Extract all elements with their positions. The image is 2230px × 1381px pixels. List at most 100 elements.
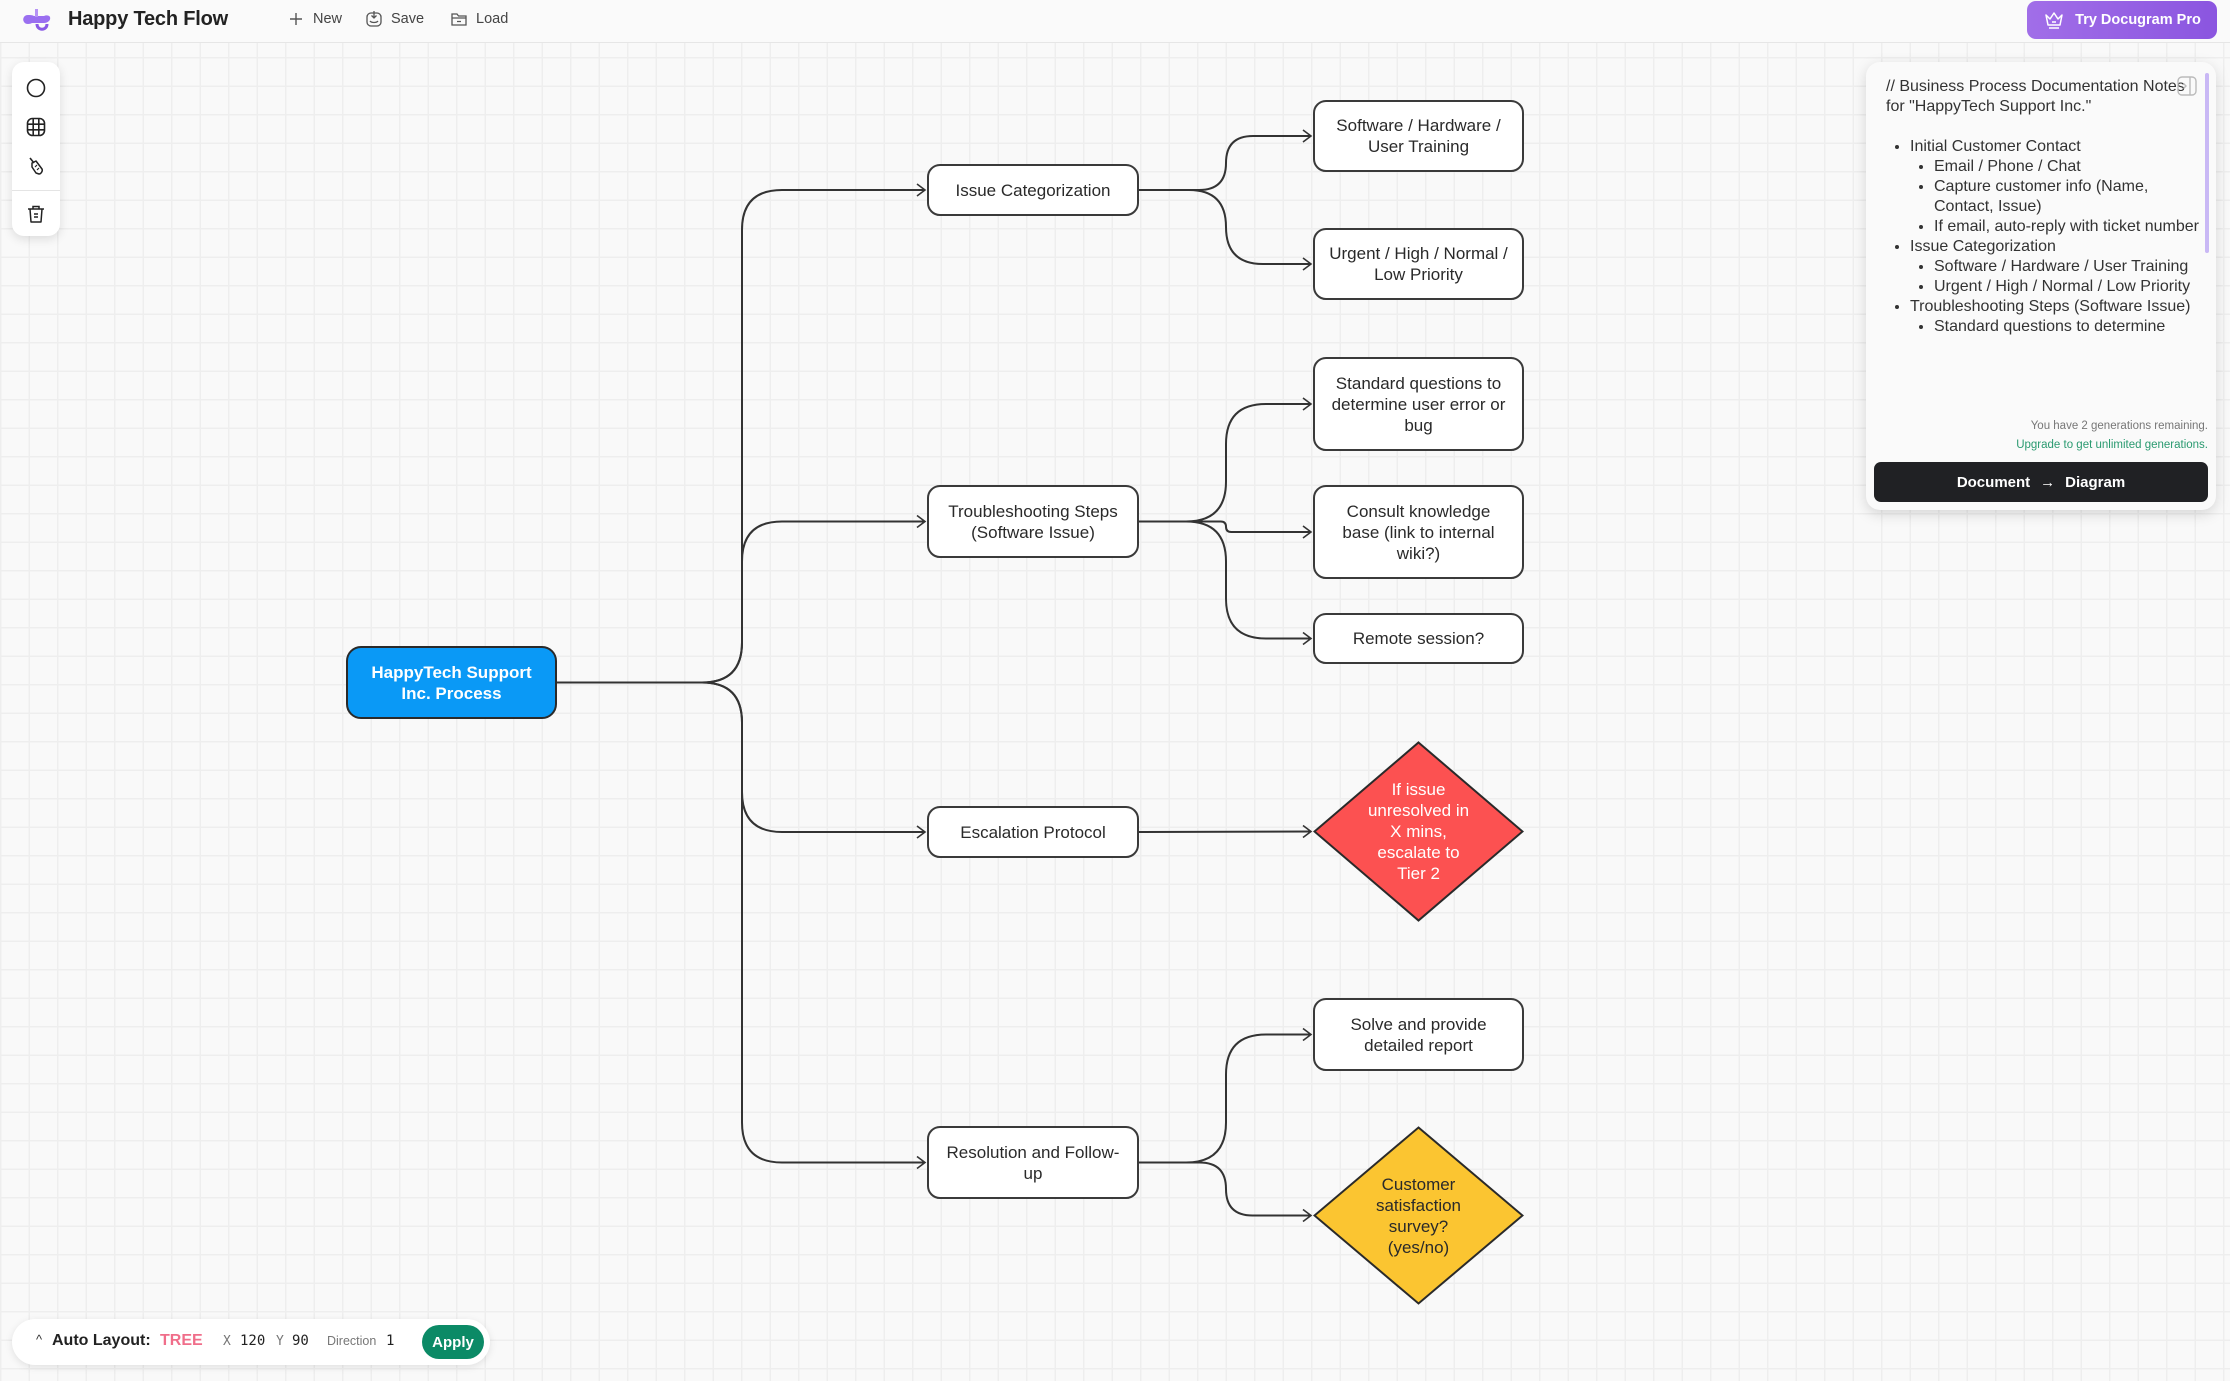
auto-layout-bar: ^ Auto Layout: TREE X 120 Y 90 Direction… [12, 1319, 490, 1365]
edge-branch-to-leaf [1139, 520, 1311, 533]
arrowhead-icon [1302, 1208, 1313, 1223]
notes-list: Initial Customer Contact Email / Phone / … [1886, 137, 2204, 337]
root-node-label: HappyTech Support Inc. Process [371, 662, 532, 703]
circle-icon [26, 78, 46, 97]
leaf-node-label: Solve and provide detailed report [1350, 1014, 1487, 1055]
leaf-node-label: Remote session? [1352, 629, 1485, 648]
branch-node[interactable]: Escalation Protocol [927, 806, 1139, 858]
branch-node[interactable]: Troubleshooting Steps (Software Issue) [927, 485, 1139, 558]
decision-node-label: Customer satisfaction survey? (yes/no) [1375, 1174, 1462, 1257]
leaf-node[interactable]: Consult knowledge base (link to internal… [1313, 485, 1524, 579]
new-button[interactable]: New [287, 10, 342, 28]
circle-tool-button[interactable] [18, 70, 54, 105]
notes-item: Troubleshooting Steps (Software Issue) St… [1910, 297, 2204, 337]
generations-remaining: You have 2 generations remaining. [2030, 420, 2208, 432]
notes-subitem: Urgent / High / Normal / Low Priority [1934, 277, 2204, 297]
upgrade-link[interactable]: Upgrade to get unlimited generations. [2016, 439, 2208, 451]
auto-layout-label: Auto Layout: [52, 1332, 151, 1349]
save-icon [366, 11, 382, 27]
top-bar: Happy Tech Flow New Save Load Try Docugr… [0, 0, 2230, 43]
y-label: Y [276, 1334, 284, 1349]
branch-node[interactable]: Issue Categorization [927, 164, 1139, 216]
leaf-node[interactable]: Solve and provide detailed report [1313, 998, 1524, 1071]
arrowhead-icon [1302, 525, 1313, 539]
delete-button[interactable] [18, 197, 54, 232]
try-pro-button[interactable]: Try Docugram Pro [2027, 1, 2217, 39]
canvas-toolbar [12, 62, 60, 236]
notes-subitem: Software / Hardware / User Training [1934, 257, 2204, 277]
decision-node-label: If issue unresolved in X mins, escalate … [1367, 780, 1470, 883]
leaf-node-label: Urgent / High / Normal / Low Priority [1329, 244, 1508, 284]
notes-item-text: Initial Customer Contact [1910, 138, 2081, 155]
grid-toggle-button[interactable] [18, 109, 54, 144]
edge-root-to-branch [557, 520, 925, 684]
direction-label: Direction [327, 1334, 377, 1348]
collapse-panel-icon[interactable] [2176, 75, 2198, 97]
leaf-node[interactable]: Standard questions to determine user err… [1313, 357, 1524, 451]
branch-node[interactable]: Resolution and Follow-up [927, 1126, 1139, 1199]
try-pro-label: Try Docugram Pro [2075, 12, 2201, 28]
folder-icon [451, 13, 467, 26]
layout-mode[interactable]: TREE [160, 1332, 203, 1350]
edge-root-to-branch [557, 189, 925, 684]
notes-subitem: Capture customer info (Name, Contact, Is… [1934, 177, 2204, 217]
convert-from-label: Document [1956, 473, 2031, 491]
arrowhead-icon [916, 825, 927, 839]
branch-node-label: Troubleshooting Steps (Software Issue) [948, 501, 1118, 542]
apply-button[interactable]: Apply [422, 1325, 484, 1359]
arrowhead-icon [1302, 824, 1313, 839]
leaf-node[interactable]: Remote session? [1313, 613, 1524, 664]
arrowhead-icon [1302, 1027, 1313, 1042]
arrowhead-icon [916, 514, 927, 529]
edge-branch-to-leaf [1139, 1033, 1311, 1164]
load-label: Load [476, 11, 509, 27]
leaf-node[interactable]: Urgent / High / Normal / Low Priority [1313, 228, 1524, 300]
notes-scrollbar[interactable] [2205, 73, 2209, 253]
notes-item-text: Troubleshooting Steps (Software Issue) [1910, 298, 2191, 315]
branch-node-label: Escalation Protocol [960, 822, 1106, 842]
arrowhead-icon [1302, 631, 1313, 646]
chevron-up-icon[interactable]: ^ [36, 1332, 42, 1347]
edge-branch-to-leaf [1139, 1161, 1311, 1217]
notes-subitem: Standard questions to determine [1934, 317, 2204, 337]
notes-subitem: If email, auto-reply with ticket number [1934, 217, 2204, 237]
load-button[interactable]: Load [450, 10, 508, 28]
edge-branch-to-leaf [1139, 135, 1311, 191]
decision-node[interactable]: If issue unresolved in X mins, escalate … [1313, 741, 1524, 922]
convert-to-label: Diagram [2065, 473, 2126, 491]
notes-panel: // Business Process Documentation Notes … [1866, 62, 2216, 510]
leaf-node[interactable]: Software / Hardware / User Training [1313, 100, 1524, 172]
notes-content[interactable]: // Business Process Documentation Notes … [1886, 77, 2204, 422]
notes-subitem: Email / Phone / Chat [1934, 157, 2204, 177]
app-logo-icon [23, 9, 51, 31]
leaf-node-label: Software / Hardware / User Training [1336, 116, 1501, 156]
brush-icon [29, 157, 43, 175]
new-label: New [313, 11, 343, 27]
notes-item: Initial Customer Contact Email / Phone / … [1910, 137, 2204, 237]
trash-icon [28, 206, 44, 224]
edge-branch-to-leaf [1138, 830, 1312, 833]
root-node[interactable]: HappyTech Support Inc. Process [346, 646, 557, 719]
notes-item: Issue Categorization Software / Hardware … [1910, 237, 2204, 297]
leaf-node-label: Standard questions to determine user err… [1331, 373, 1506, 435]
app-title: Happy Tech Flow [68, 8, 228, 30]
clean-brush-button[interactable] [18, 149, 54, 184]
y-value[interactable]: 90 [292, 1333, 309, 1349]
leaf-node-label: Consult knowledge base (link to internal… [1342, 501, 1495, 563]
save-button[interactable]: Save [365, 10, 424, 28]
arrowhead-icon [1302, 257, 1313, 271]
arrowhead-icon [916, 183, 927, 197]
branch-node-label: Resolution and Follow-up [946, 1142, 1120, 1183]
decision-node[interactable]: Customer satisfaction survey? (yes/no) [1313, 1126, 1524, 1305]
save-label: Save [391, 11, 425, 27]
edge-branch-to-leaf [1139, 189, 1311, 265]
x-label: X [223, 1334, 231, 1349]
direction-value[interactable]: 1 [386, 1333, 394, 1349]
crown-icon [2045, 12, 2063, 29]
edge-branch-to-leaf [1139, 520, 1311, 640]
grid-icon [26, 117, 46, 137]
document-to-diagram-button[interactable]: Document → Diagram [1874, 462, 2208, 502]
x-value[interactable]: 120 [240, 1333, 265, 1349]
arrowhead-icon [1302, 397, 1313, 411]
arrow-right-icon: → [2040, 473, 2056, 491]
